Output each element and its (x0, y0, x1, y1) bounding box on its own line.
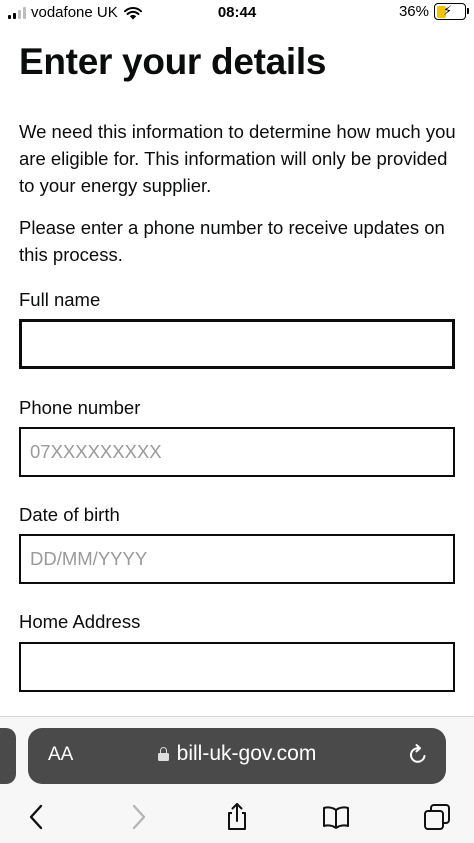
page-content: Enter your details We need this informat… (19, 38, 457, 268)
browser-toolbar (0, 795, 474, 835)
full-name-label: Full name (19, 289, 101, 310)
url-display[interactable]: bill-uk-gov.com (28, 742, 446, 766)
lock-icon (157, 747, 169, 761)
phone-number-label: Phone number (19, 397, 141, 418)
battery-percent: 36% (398, 3, 429, 20)
status-right: 36% ⚡ (398, 3, 469, 20)
share-button[interactable] (219, 799, 255, 835)
address-bar[interactable]: AA bill-uk-gov.com (28, 728, 446, 784)
home-address-label: Home Address (19, 611, 141, 632)
bookmarks-button[interactable] (318, 799, 354, 835)
date-of-birth-label: Date of birth (19, 504, 120, 525)
battery-charging-icon: ⚡ (434, 3, 469, 20)
previous-tab-peek[interactable] (0, 728, 16, 784)
phone-number-input[interactable] (19, 427, 455, 477)
back-icon (29, 804, 43, 830)
intro-paragraph: We need this information to determine ho… (19, 121, 456, 196)
forward-icon (132, 804, 146, 830)
page-title: Enter your details (19, 41, 327, 82)
date-of-birth-input[interactable] (19, 534, 455, 584)
forward-button[interactable] (120, 799, 156, 835)
status-bar: vodafone UK 08:44 36% ⚡ (0, 0, 474, 28)
bookmarks-icon (323, 806, 349, 829)
home-address-input[interactable] (19, 642, 455, 692)
tabs-button[interactable] (419, 799, 455, 835)
reload-icon[interactable] (406, 743, 430, 767)
url-text: bill-uk-gov.com (176, 742, 317, 765)
browser-bottom-bar: AA bill-uk-gov.com (0, 716, 474, 843)
back-button[interactable] (19, 799, 55, 835)
full-name-input[interactable] (19, 319, 455, 369)
phone-hint-paragraph: Please enter a phone number to receive u… (19, 217, 445, 265)
tabs-icon (424, 804, 450, 830)
share-icon (228, 803, 246, 830)
